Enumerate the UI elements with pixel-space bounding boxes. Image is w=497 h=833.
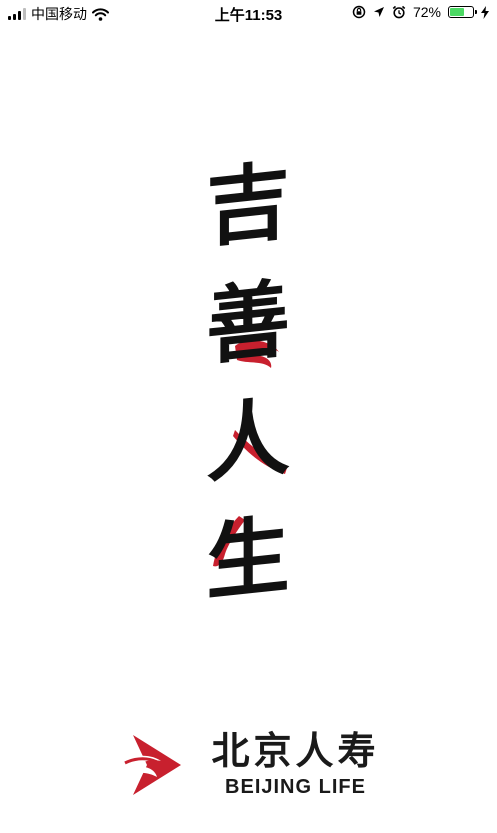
calligraphy-glyph: 人 (206, 386, 291, 495)
brand-logo: 北京人寿 BEIJING LIFE (0, 725, 497, 805)
calligraphy-slogan: 吉 善 人 生 (0, 150, 497, 622)
calligraphy-glyph: 吉 (206, 150, 291, 259)
calligraphy-char-4: 生 (201, 504, 297, 614)
calligraphy-glyph: 生 (206, 504, 291, 613)
calligraphy-char-3: 人 (201, 386, 297, 496)
location-icon (373, 7, 384, 17)
battery-fill (450, 8, 464, 16)
calligraphy-glyph: 善 (206, 268, 291, 377)
beijing-life-logo-icon (123, 735, 182, 795)
alarm-icon (392, 5, 406, 19)
logo-name-en: BEIJING LIFE (225, 776, 366, 799)
status-bar: 中国移动 上午11:53 72% (0, 0, 497, 26)
logo-text: 北京人寿 BEIJING LIFE (211, 728, 380, 800)
battery-percent: 72% (412, 4, 441, 20)
logo-name-cn: 北京人寿 (211, 728, 380, 773)
orientation-lock-icon (352, 5, 366, 19)
status-right: 72% (352, 4, 489, 20)
charging-icon (481, 5, 489, 19)
battery-icon (448, 6, 477, 18)
calligraphy-char-1: 吉 (201, 150, 297, 260)
calligraphy-char-2: 善 (201, 268, 297, 378)
